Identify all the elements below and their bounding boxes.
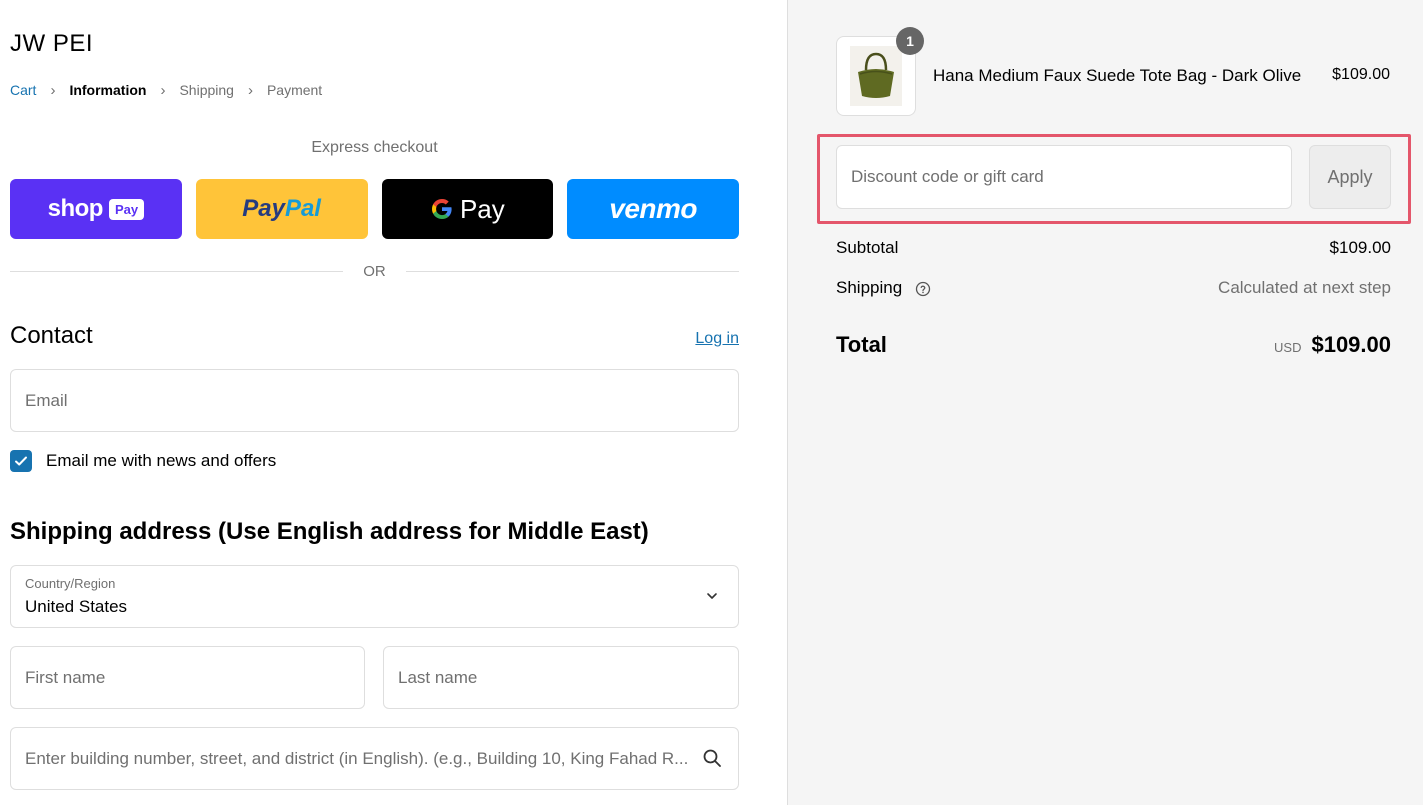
total-label: Total [836, 332, 887, 357]
product-name: Hana Medium Faux Suede Tote Bag - Dark O… [933, 66, 1302, 85]
chevron-right-icon: › [247, 81, 253, 99]
product-price: $109.00 [1332, 66, 1390, 83]
order-summary: 1 Hana Medium Faux Suede Tote Bag - Dark… [787, 0, 1423, 805]
currency-code: USD [1274, 340, 1302, 355]
chevron-down-icon [707, 593, 717, 599]
venmo-button[interactable]: venmo [567, 179, 739, 239]
breadcrumb: Cart › Information › Shipping › Payment [10, 82, 322, 98]
quantity-badge: 1 [896, 27, 924, 55]
chevron-right-icon: › [160, 81, 166, 99]
venmo-logo: venmo [609, 193, 697, 224]
newsletter-option[interactable]: Email me with news and offers [10, 450, 276, 472]
tote-bag-image [850, 46, 902, 106]
google-pay-button[interactable]: Pay [381, 179, 554, 239]
paypal-logo: PayPal [242, 195, 321, 222]
first-name-field[interactable] [11, 647, 364, 708]
shipping-row: Shipping Calculated at next step [836, 278, 1391, 298]
google-pay-word: Pay [459, 193, 505, 224]
divider-line [405, 271, 739, 272]
checkmark-icon [15, 456, 27, 466]
country-label: Country/Region [25, 576, 116, 591]
chevron-right-icon: › [50, 81, 56, 99]
shipping-label: Shipping [836, 278, 903, 297]
newsletter-checkbox[interactable] [10, 450, 32, 472]
paypal-button[interactable]: PayPal [195, 179, 368, 239]
contact-heading: Contact [10, 322, 93, 349]
help-icon[interactable] [915, 281, 931, 297]
shipping-value: Calculated at next step [1218, 278, 1391, 297]
subtotal-label: Subtotal [836, 238, 899, 257]
checkout-main: JW PEI Cart › Information › Shipping › P… [0, 0, 787, 805]
last-name-wrapper [383, 646, 739, 709]
total-amount-group: USD $109.00 [1274, 332, 1391, 358]
google-g-icon [431, 199, 452, 219]
shop-pay-logo-tag: Pay [108, 198, 145, 220]
newsletter-label: Email me with news and offers [46, 451, 277, 470]
shipping-label-group: Shipping [836, 278, 931, 298]
email-field[interactable] [11, 370, 738, 431]
divider-line [10, 271, 344, 272]
subtotal-value: $109.00 [1329, 238, 1391, 257]
country-value: United States [25, 597, 128, 616]
store-logo[interactable]: JW PEI [10, 30, 93, 58]
breadcrumb-information: Information [69, 82, 147, 98]
shop-pay-logo-word: shop [47, 195, 104, 222]
search-icon [703, 749, 721, 767]
shop-pay-button[interactable]: shop Pay [10, 179, 182, 239]
discount-code-input[interactable] [837, 146, 1291, 208]
first-name-wrapper [10, 646, 365, 709]
address-field[interactable] [11, 728, 738, 789]
total-row: Total USD $109.00 [836, 332, 1391, 358]
address-wrapper [10, 727, 739, 790]
or-divider: OR [10, 263, 739, 280]
login-link[interactable]: Log in [695, 330, 739, 348]
express-checkout-label: Express checkout [311, 139, 438, 156]
google-pay-logo: Pay [430, 194, 505, 225]
breadcrumb-shipping: Shipping [179, 82, 234, 98]
subtotal-row: Subtotal $109.00 [836, 238, 1391, 258]
apply-discount-button[interactable]: Apply [1309, 145, 1391, 209]
discount-field-wrapper [836, 145, 1292, 209]
breadcrumb-cart[interactable]: Cart [10, 82, 36, 98]
email-field-wrapper [10, 369, 739, 432]
country-select[interactable]: Country/Region United States [10, 565, 739, 628]
shipping-address-heading: Shipping address (Use English address fo… [10, 518, 649, 545]
breadcrumb-payment: Payment [266, 82, 323, 98]
or-label: OR [363, 263, 386, 280]
express-checkout-buttons: shop Pay PayPal Pay venmo [10, 179, 739, 239]
total-value: $109.00 [1311, 332, 1391, 357]
last-name-field[interactable] [384, 647, 738, 708]
